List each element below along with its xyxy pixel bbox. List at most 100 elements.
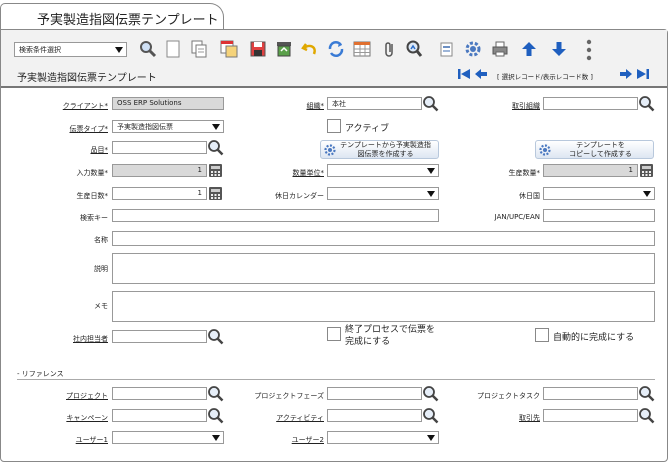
description-field[interactable]: [112, 253, 655, 284]
search-key-field[interactable]: [112, 209, 439, 222]
input-qty-label: 入力数量*: [76, 169, 109, 177]
uom-label: 数量単位*: [292, 169, 325, 177]
jan-field[interactable]: [543, 209, 655, 222]
copy-template-button[interactable]: テンプレートを コピーして作成する: [535, 140, 654, 159]
refresh-icon[interactable]: [327, 40, 345, 58]
search-key-label: 検索キー: [80, 214, 108, 222]
search-icon[interactable]: [207, 328, 224, 345]
project-field[interactable]: [112, 387, 207, 400]
holiday-calendar-select[interactable]: [327, 187, 439, 200]
attach-icon[interactable]: [381, 40, 399, 58]
more-icon[interactable]: [584, 38, 594, 62]
calculator-icon[interactable]: [208, 163, 223, 178]
user2-label: ユーザー2: [291, 436, 324, 444]
client-label: クライアント*: [62, 102, 108, 110]
name-label: 名称: [94, 236, 108, 244]
name-field[interactable]: [112, 231, 655, 246]
holiday-calendar-label: 休日カレンダー: [275, 192, 324, 200]
campaign-field[interactable]: [112, 409, 207, 422]
save-icon[interactable]: [249, 40, 267, 58]
chevron-down-icon: [212, 435, 220, 441]
settings-icon[interactable]: [464, 40, 482, 58]
search-icon[interactable]: [638, 95, 655, 112]
production-days-field[interactable]: 1: [112, 187, 207, 200]
reference-section-title[interactable]: - リファレンス: [17, 369, 64, 379]
org-field[interactable]: 本社: [327, 97, 422, 110]
memo-label: メモ: [94, 302, 108, 310]
search-icon[interactable]: [207, 139, 224, 156]
input-qty-value: 1: [197, 166, 202, 174]
chevron-down-icon: [212, 124, 220, 130]
delete-icon[interactable]: [275, 40, 293, 58]
chevron-down-icon: [643, 191, 651, 197]
grid-icon[interactable]: [353, 40, 371, 58]
last-record-icon[interactable]: [636, 68, 650, 80]
project-task-label: プロジェクトタスク: [477, 392, 540, 400]
user1-label: ユーザー1: [75, 436, 108, 444]
product-field[interactable]: [112, 141, 207, 154]
user2-select[interactable]: [327, 431, 439, 444]
arrow-up-icon[interactable]: [520, 40, 538, 58]
calculator-icon[interactable]: [208, 186, 223, 201]
project-task-field[interactable]: [543, 387, 638, 400]
search-icon[interactable]: [638, 407, 655, 424]
search-icon[interactable]: [139, 40, 157, 58]
client-field[interactable]: OSS ERP Solutions: [112, 97, 224, 110]
doc-type-label: 伝票タイプ*: [69, 125, 109, 133]
search-condition-value: 検索条件選択: [19, 46, 61, 54]
complete-on-end-checkbox[interactable]: [327, 327, 341, 341]
print-icon[interactable]: [491, 40, 509, 58]
new-doc-icon[interactable]: [164, 40, 182, 58]
history-icon[interactable]: [437, 40, 455, 58]
gear-icon: [539, 144, 551, 156]
chevron-down-icon: [115, 47, 123, 53]
project-phase-field[interactable]: [327, 387, 422, 400]
user1-select[interactable]: [112, 431, 224, 444]
search-icon[interactable]: [207, 407, 224, 424]
record-info: [ 選択レコード/表示レコード数 ]: [497, 73, 593, 81]
next-record-icon[interactable]: [619, 68, 633, 80]
search-condition-select[interactable]: 検索条件選択: [14, 42, 127, 57]
doc-type-select[interactable]: 予実製造指図伝票: [112, 120, 224, 133]
memo-field[interactable]: [112, 291, 655, 322]
auto-complete-label: 自動的に完成にする: [553, 333, 635, 343]
activity-field[interactable]: [327, 409, 422, 422]
section-divider: [17, 379, 655, 380]
staff-label: 社内担当者: [73, 335, 108, 343]
window-tab[interactable]: 予実製造指図伝票テンプレート: [0, 3, 224, 30]
create-from-template-button[interactable]: テンプレートから予実製造指 図伝票を作成する: [320, 140, 439, 159]
trade-org-label: 取引組織: [512, 102, 540, 110]
input-qty-field[interactable]: 1: [112, 164, 207, 177]
copy-icon[interactable]: [190, 40, 208, 58]
product-label: 品目*: [90, 146, 109, 154]
chevron-down-icon: [427, 168, 435, 174]
calculator-icon[interactable]: [639, 163, 654, 178]
first-record-icon[interactable]: [457, 68, 471, 80]
trade-org-field[interactable]: [543, 97, 638, 110]
search-icon[interactable]: [638, 385, 655, 402]
bpartner-label: 取引先: [519, 414, 540, 422]
active-checkbox[interactable]: [327, 119, 341, 133]
previous-record-icon[interactable]: [474, 68, 488, 80]
zoom-icon[interactable]: [405, 40, 423, 58]
holiday-country-select[interactable]: [543, 187, 655, 200]
search-icon[interactable]: [422, 385, 439, 402]
production-qty-label: 生産数量*: [508, 169, 541, 177]
report-icon[interactable]: [220, 40, 238, 58]
jan-label: JAN/UPC/EAN: [494, 213, 540, 221]
org-label: 組織*: [306, 102, 325, 110]
chevron-down-icon: [427, 191, 435, 197]
auto-complete-checkbox[interactable]: [535, 328, 549, 342]
project-label: プロジェクト: [66, 392, 108, 400]
arrow-down-icon[interactable]: [550, 40, 568, 58]
uom-select[interactable]: [327, 164, 439, 177]
search-icon[interactable]: [422, 407, 439, 424]
bpartner-field[interactable]: [543, 409, 638, 422]
undo-icon[interactable]: [301, 40, 319, 58]
staff-field[interactable]: [112, 330, 207, 343]
search-icon[interactable]: [422, 95, 439, 112]
page-title: 予実製造指図伝票テンプレート: [17, 73, 157, 84]
production-qty-value: 1: [628, 166, 633, 174]
search-icon[interactable]: [207, 385, 224, 402]
production-qty-field[interactable]: 1: [543, 164, 638, 177]
